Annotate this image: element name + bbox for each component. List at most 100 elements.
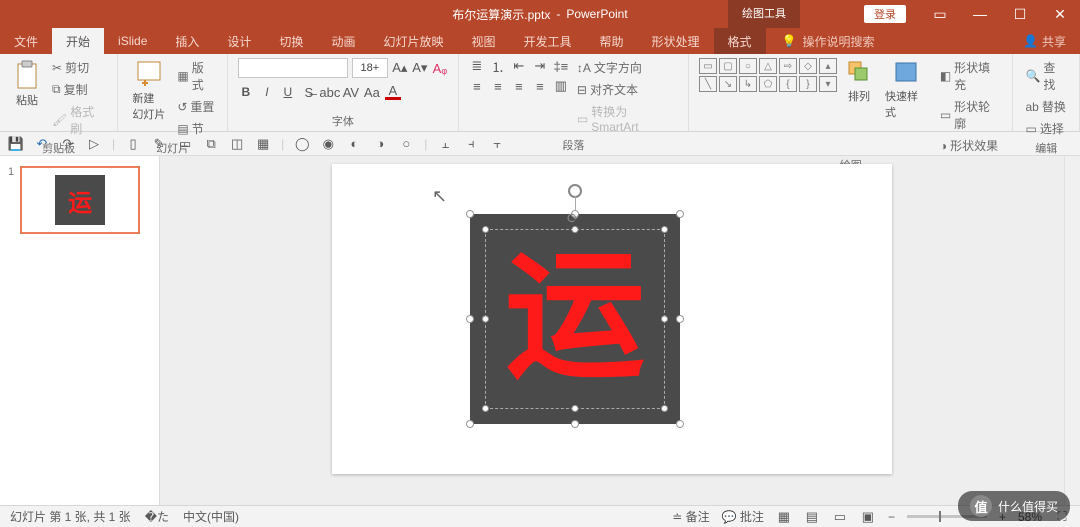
underline-button[interactable]: U (280, 84, 296, 100)
qat-tool5-icon[interactable]: ◫ (229, 136, 245, 152)
qat-merge1-icon[interactable]: ◯ (294, 136, 310, 152)
shrink-font-button[interactable]: A▾ (412, 60, 428, 76)
tell-me-search[interactable]: 💡 操作说明搜索 (782, 28, 875, 54)
shadow-button[interactable]: abc (322, 84, 338, 100)
qat-start-icon[interactable]: ▷ (86, 136, 102, 152)
zoom-out-button[interactable]: − (888, 510, 895, 524)
strikethrough-button[interactable]: S̶ (301, 84, 317, 100)
inner-handle-s[interactable] (572, 405, 579, 412)
qat-align2-icon[interactable]: ⫞ (463, 136, 479, 152)
font-color-button[interactable]: A (385, 84, 401, 100)
save-icon[interactable]: 💾 (8, 136, 24, 152)
align-text-button[interactable]: ⊟对齐文本 (575, 80, 678, 99)
shape-effects-button[interactable]: ◑形状效果 (938, 136, 1003, 155)
close-button[interactable]: ✕ (1040, 0, 1080, 28)
resize-handle-ne[interactable] (676, 210, 684, 218)
resize-handle-sw[interactable] (466, 420, 474, 428)
qat-tool3-icon[interactable]: ▭ (177, 136, 193, 152)
align-left-button[interactable]: ≡ (469, 78, 485, 94)
shape-arrowline-icon[interactable]: ↘ (719, 76, 737, 92)
login-button[interactable]: 登录 (864, 5, 906, 23)
shape-line-icon[interactable]: ╲ (699, 76, 717, 92)
slideshow-view-icon[interactable]: ▣ (860, 509, 876, 525)
cut-button[interactable]: ✂剪切 (50, 58, 107, 77)
undo-icon[interactable]: ↶ (34, 136, 50, 152)
tab-transitions[interactable]: 切换 (265, 28, 317, 54)
shape-more-up-icon[interactable]: ▴ (819, 58, 837, 74)
reset-button[interactable]: ↺重置 (175, 97, 217, 116)
quick-styles-button[interactable]: 快速样式 (881, 58, 932, 122)
arrange-button[interactable]: 排列 (843, 58, 875, 106)
qat-align3-icon[interactable]: ⫟ (489, 136, 505, 152)
tab-help[interactable]: 帮助 (586, 28, 638, 54)
slide-thumbnail-1[interactable]: 运 (20, 166, 140, 234)
inner-handle-nw[interactable] (482, 226, 489, 233)
shape-oval-icon[interactable]: ○ (739, 58, 757, 74)
sorter-view-icon[interactable]: ▤ (804, 509, 820, 525)
shape-diamond-icon[interactable]: ◇ (799, 58, 817, 74)
share-button[interactable]: 👤 共享 (1023, 28, 1066, 54)
tab-animations[interactable]: 动画 (317, 28, 369, 54)
inner-handle-ne[interactable] (661, 226, 668, 233)
selected-shape[interactable]: 运 ⟳ (470, 214, 680, 424)
select-button[interactable]: ▭选择 (1023, 119, 1069, 138)
character-spacing-button[interactable]: AV (343, 84, 359, 100)
qat-tool2-icon[interactable]: ✎ (151, 136, 167, 152)
tab-slideshow[interactable]: 幻灯片放映 (369, 28, 457, 54)
maximize-button[interactable]: ☐ (1000, 0, 1040, 28)
tab-view[interactable]: 视图 (457, 28, 509, 54)
qat-merge3-icon[interactable]: ◐ (346, 136, 362, 152)
tab-design[interactable]: 设计 (213, 28, 265, 54)
qat-tool6-icon[interactable]: ▦ (255, 136, 271, 152)
font-size-select[interactable]: 18+ (352, 58, 388, 78)
text-direction-button[interactable]: ↕A文字方向 (575, 58, 678, 77)
bold-button[interactable]: B (238, 84, 254, 100)
shape-rect-icon[interactable]: ▭ (699, 58, 717, 74)
replace-button[interactable]: ab替换 (1023, 97, 1069, 116)
layout-button[interactable]: ▦版式 (175, 58, 217, 94)
resize-handle-e[interactable] (676, 315, 684, 323)
bullets-button[interactable]: ≣ (469, 58, 485, 74)
format-painter-button[interactable]: 🖌格式刷 (50, 102, 107, 138)
inner-handle-e[interactable] (661, 316, 668, 323)
spellcheck-icon[interactable]: �た (145, 508, 169, 525)
shape-hex-icon[interactable]: ⬠ (759, 76, 777, 92)
shapes-gallery[interactable]: ▭ ▢ ○ △ ⇨ ◇ ▴ ╲ ↘ ↳ ⬠ { } ▾ (699, 58, 837, 92)
new-slide-button[interactable]: 新建 幻灯片 (128, 58, 169, 124)
clear-formatting-button[interactable]: Aᵩ (432, 60, 448, 76)
qat-tool1-icon[interactable]: ▯ (125, 136, 141, 152)
minimize-button[interactable]: — (960, 0, 1000, 28)
resize-handle-s[interactable] (571, 420, 579, 428)
grow-font-button[interactable]: A▴ (392, 60, 408, 76)
inner-rotate-icon[interactable]: ⟳ (567, 210, 583, 226)
inner-handle-sw[interactable] (482, 405, 489, 412)
paste-button[interactable]: 粘贴 (10, 58, 44, 110)
shape-lbrace-icon[interactable]: { (779, 76, 797, 92)
text-selection-box[interactable]: ⟳ (485, 229, 665, 409)
copy-button[interactable]: ⧉复制 (50, 80, 107, 99)
columns-button[interactable]: ▥ (553, 78, 569, 94)
align-right-button[interactable]: ≡ (511, 78, 527, 94)
shape-more-down-icon[interactable]: ▾ (819, 76, 837, 92)
language-indicator[interactable]: 中文(中国) (183, 508, 239, 525)
reading-view-icon[interactable]: ▭ (832, 509, 848, 525)
slide[interactable]: ↖ 运 ⟳ (332, 164, 892, 474)
font-family-select[interactable] (238, 58, 348, 78)
shape-rrect-icon[interactable]: ▢ (719, 58, 737, 74)
qat-merge4-icon[interactable]: ◑ (372, 136, 388, 152)
tab-home[interactable]: 开始 (52, 28, 104, 54)
resize-handle-se[interactable] (676, 420, 684, 428)
shape-rarrow-icon[interactable]: ⇨ (779, 58, 797, 74)
comments-button[interactable]: 💬 批注 (722, 508, 764, 525)
decrease-indent-button[interactable]: ⇤ (511, 58, 527, 74)
increase-indent-button[interactable]: ⇥ (532, 58, 548, 74)
numbering-button[interactable]: ⒈ (490, 58, 506, 74)
tab-insert[interactable]: 插入 (161, 28, 213, 54)
vertical-scrollbar[interactable] (1064, 156, 1080, 521)
inner-handle-w[interactable] (482, 316, 489, 323)
change-case-button[interactable]: Aa (364, 84, 380, 100)
shape-outline-button[interactable]: ▭形状轮廓 (938, 97, 1003, 133)
qat-tool4-icon[interactable]: ⧉ (203, 136, 219, 152)
notes-button[interactable]: ≐ 备注 (672, 508, 709, 525)
line-spacing-button[interactable]: ‡≡ (553, 58, 569, 74)
